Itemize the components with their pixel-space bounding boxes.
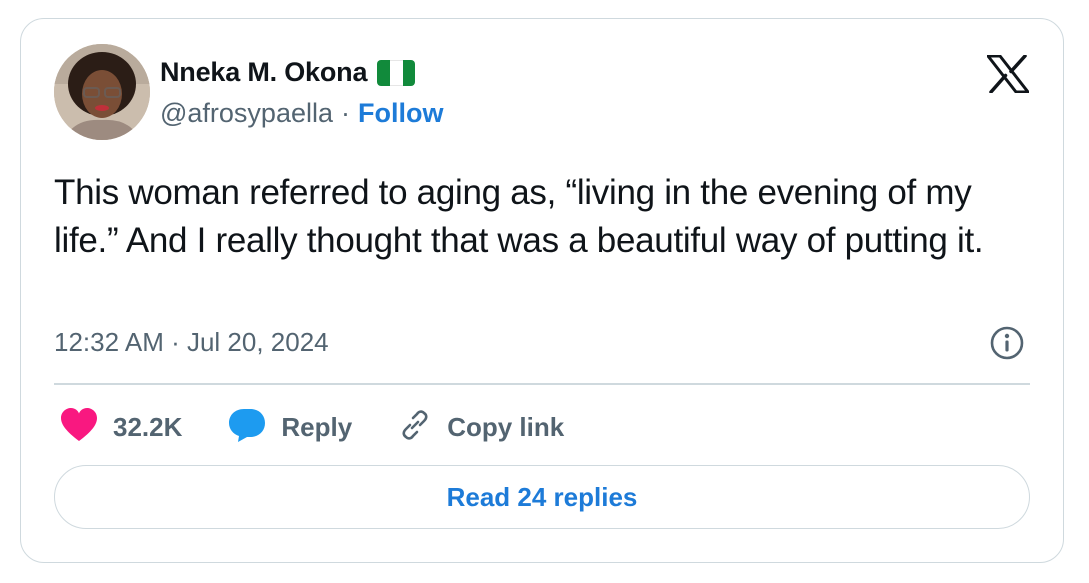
reply-button[interactable]: Reply (227, 407, 352, 448)
heart-icon (59, 407, 99, 448)
author-name[interactable]: Nneka M. Okona (160, 57, 367, 88)
tweet-timestamp[interactable]: 12:32 AM · Jul 20, 2024 (54, 327, 329, 358)
nigeria-flag-icon (377, 59, 416, 86)
separator: · (341, 98, 350, 128)
like-button[interactable]: 32.2K (59, 407, 182, 448)
copy-link-label: Copy link (447, 411, 565, 442)
follow-button[interactable]: Follow (358, 98, 443, 129)
action-bar: 32.2K Reply Copy link (59, 405, 609, 449)
divider (54, 383, 1030, 385)
x-logo-icon[interactable] (986, 54, 1030, 94)
tweet-card: Nneka M. Okona @afrosypaella · Follow Th… (20, 18, 1064, 563)
copy-link-button[interactable]: Copy link (397, 407, 564, 448)
author-handle[interactable]: @afrosypaella (160, 98, 333, 129)
avatar[interactable] (54, 44, 150, 140)
tweet-text: This woman referred to aging as, “living… (54, 173, 984, 260)
author-name-row: Nneka M. Okona (160, 57, 416, 88)
link-icon (397, 407, 433, 448)
like-count: 32.2K (113, 411, 183, 442)
info-icon[interactable] (989, 325, 1025, 361)
author-handle-row: @afrosypaella · Follow (160, 98, 443, 129)
reply-label: Reply (281, 411, 353, 442)
read-replies-button[interactable]: Read 24 replies (54, 465, 1030, 529)
reply-bubble-icon (227, 407, 267, 448)
